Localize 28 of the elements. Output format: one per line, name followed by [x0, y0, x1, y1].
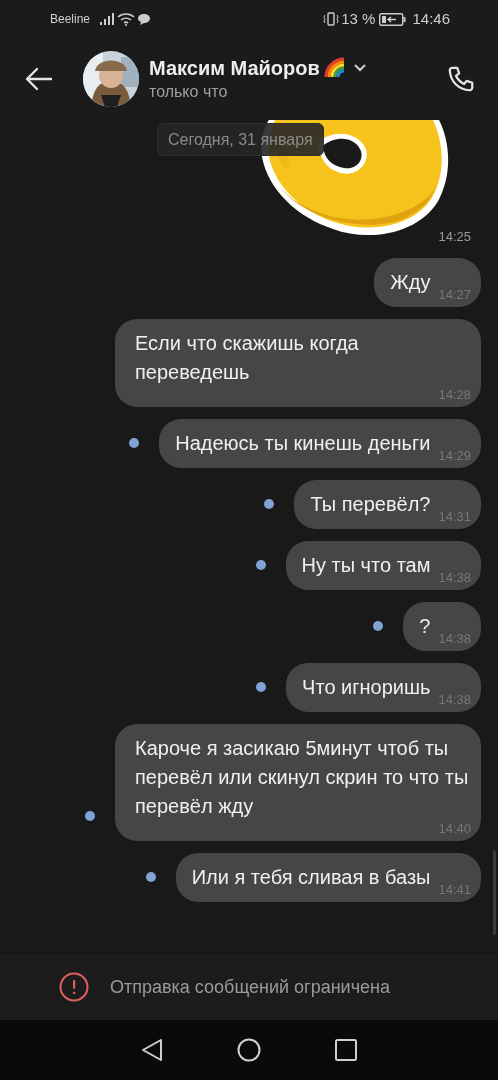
rainbow-icon — [323, 57, 346, 79]
signal-icon — [100, 13, 116, 25]
message-text: Жду — [390, 270, 431, 295]
message-text: Надеюсь ты кинешь деньги — [175, 431, 431, 456]
message-text: Что игноришь — [302, 675, 431, 700]
home-nav-icon[interactable] — [237, 1038, 261, 1062]
message-text: ? — [419, 614, 431, 639]
back-nav-icon[interactable] — [141, 1038, 163, 1062]
message-text: Если что скажишь когда переведешь — [135, 331, 360, 385]
last-seen-status: только что — [149, 82, 229, 102]
message-text: Ты перевёл? — [310, 492, 431, 517]
wifi-icon — [117, 12, 136, 26]
chevron-down-icon[interactable] — [353, 64, 366, 72]
message-text: Кароче я засикаю 5минут чтоб ты перевёл или скинул скрин то что ты перевёл жду — [135, 736, 470, 819]
message-text: Ну ты что там — [301, 553, 431, 578]
message-time: 14:25 — [438, 227, 471, 246]
carrier-name: Beeline — [50, 11, 91, 28]
clock-time: 14:46 — [412, 8, 450, 29]
recents-nav-icon[interactable] — [335, 1039, 357, 1061]
battery-icon — [379, 12, 407, 26]
chat-icon — [138, 13, 151, 25]
vibrate-icon — [323, 12, 340, 26]
restriction-notice: Отправка сообщений ограничена — [110, 975, 390, 999]
battery-percent: 13 % — [341, 8, 376, 29]
warning-icon — [59, 972, 89, 1002]
message-text: Или я тебя сливая в базы — [191, 865, 431, 890]
contact-name[interactable]: Максим Майоров — [149, 55, 320, 81]
scroll-thumb[interactable] — [493, 850, 496, 935]
